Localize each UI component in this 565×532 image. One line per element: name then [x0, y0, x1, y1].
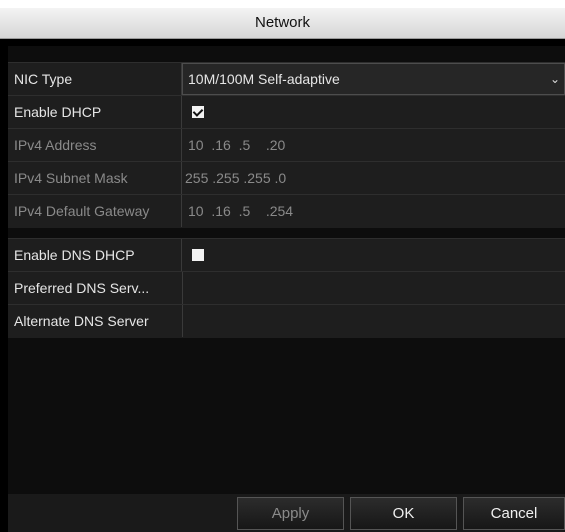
ipv4-subnet-label: IPv4 Subnet Mask: [14, 170, 128, 186]
divider: [181, 239, 182, 271]
ipv4-address-field[interactable]: 10 .16 .5 .20: [188, 129, 285, 161]
row-ipv4-address: IPv4 Address 10 .16 .5 .20: [8, 128, 565, 161]
row-enable-dhcp: Enable DHCP: [8, 95, 565, 128]
nic-type-dropdown[interactable]: 10M/100M Self-adaptive ⌄: [182, 63, 565, 95]
dns-settings-group: Enable DNS DHCP Preferred DNS Serv... Al…: [8, 238, 565, 338]
alternate-dns-label: Alternate DNS Server: [14, 313, 149, 329]
enable-dns-dhcp-checkbox[interactable]: [192, 249, 204, 261]
preferred-dns-label: Preferred DNS Serv...: [14, 280, 150, 296]
divider: [181, 162, 182, 194]
dialog-title: Network: [0, 8, 565, 39]
row-preferred-dns: Preferred DNS Serv...: [8, 271, 565, 304]
divider: [181, 96, 182, 128]
ipv4-settings-group: NIC Type 10M/100M Self-adaptive ⌄ Enable…: [8, 62, 565, 228]
ipv4-subnet-field[interactable]: 255 .255 .255 .0: [185, 162, 286, 194]
network-dialog: Network NIC Type 10M/100M Self-adaptive …: [0, 8, 565, 532]
divider: [181, 195, 182, 227]
cancel-button[interactable]: Cancel: [463, 497, 565, 530]
alternate-dns-field[interactable]: [182, 305, 565, 337]
chevron-down-icon: ⌄: [549, 72, 560, 86]
row-ipv4-subnet: IPv4 Subnet Mask 255 .255 .255 .0: [8, 161, 565, 194]
enable-dhcp-label: Enable DHCP: [14, 104, 102, 120]
apply-button[interactable]: Apply: [237, 497, 344, 530]
ipv4-gateway-label: IPv4 Default Gateway: [14, 203, 150, 219]
preferred-dns-field[interactable]: [182, 272, 565, 304]
row-ipv4-gateway: IPv4 Default Gateway 10 .16 .5 .254: [8, 194, 565, 227]
row-alternate-dns: Alternate DNS Server: [8, 304, 565, 337]
ipv4-gateway-field[interactable]: 10 .16 .5 .254: [188, 195, 293, 227]
row-nic-type: NIC Type 10M/100M Self-adaptive ⌄: [8, 62, 565, 95]
enable-dhcp-checkbox[interactable]: [192, 106, 204, 118]
ok-button[interactable]: OK: [350, 497, 457, 530]
ipv4-address-label: IPv4 Address: [14, 137, 97, 153]
row-enable-dns-dhcp: Enable DNS DHCP: [8, 238, 565, 271]
enable-dns-dhcp-label: Enable DNS DHCP: [14, 247, 135, 263]
nic-type-value: 10M/100M Self-adaptive: [188, 71, 340, 87]
divider: [181, 129, 182, 161]
nic-type-label: NIC Type: [14, 71, 73, 87]
